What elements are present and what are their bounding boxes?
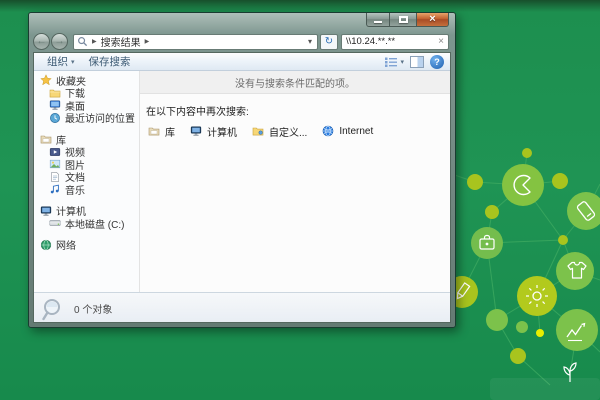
custom-icon (252, 125, 265, 138)
desktop: × ← → ▶ 搜索结果 ▶ ▾ ↻ \\10.24.**.** × 组织 ▾ … (0, 0, 600, 400)
search-again-section: 在以下内容中再次搜索: 库 计算机 自定义... Internet (140, 94, 450, 139)
search-query: \\10.24.**.** (346, 36, 396, 47)
status-bar: 0 个对象 (34, 292, 450, 322)
clear-search-icon[interactable]: × (438, 36, 444, 47)
organize-button[interactable]: 组织 ▾ (40, 53, 82, 70)
pie-chart-icon (502, 164, 544, 206)
forward-button[interactable]: → (51, 33, 68, 50)
organize-label: 组织 (47, 56, 68, 68)
caption-buttons: × (366, 13, 449, 27)
explorer-window: × ← → ▶ 搜索结果 ▶ ▾ ↻ \\10.24.**.** × 组织 ▾ … (28, 12, 456, 328)
sidebar-item-network[interactable]: 网络 (34, 239, 139, 252)
close-button[interactable]: × (416, 13, 449, 27)
items-count: 0 个对象 (74, 305, 113, 316)
sidebar-item-videos[interactable]: 视频 (34, 146, 139, 159)
search-again-custom[interactable]: 自定义... (252, 124, 307, 139)
search-box[interactable]: \\10.24.**.** × (341, 33, 449, 50)
close-icon: × (429, 13, 436, 25)
sidebar-item-local-disk-c[interactable]: 本地磁盘 (C:) (34, 217, 139, 231)
music-icon (49, 183, 61, 195)
change-view-button[interactable]: ▾ (384, 56, 404, 68)
sidebar-item-documents[interactable]: 文档 (34, 171, 139, 184)
chevron-down-icon: ▾ (71, 58, 75, 66)
back-button[interactable]: ← (33, 33, 50, 50)
save-search-button[interactable]: 保存搜索 (82, 53, 138, 70)
minimize-icon (374, 21, 382, 23)
breadcrumb-arrow-icon[interactable]: ▶ (145, 38, 150, 45)
picture-icon (49, 158, 61, 170)
chevron-down-icon: ▾ (400, 58, 404, 66)
search-again-computer[interactable]: 计算机 (190, 124, 237, 139)
network-icon (40, 239, 52, 251)
minimize-button[interactable] (366, 13, 390, 27)
maximize-button[interactable] (390, 13, 416, 27)
help-button[interactable]: ? (430, 54, 444, 69)
internet-icon (322, 125, 335, 138)
navigation-bar: ← → ▶ 搜索结果 ▶ ▾ ↻ \\10.24.**.** × (29, 31, 455, 52)
search-again-libraries[interactable]: 库 (148, 124, 175, 139)
star-icon (40, 74, 52, 86)
command-toolbar: 组织 ▾ 保存搜索 ▾ ? (34, 53, 450, 71)
desktop-icon (49, 99, 61, 111)
search-status-icon (42, 299, 60, 321)
folder-icon (49, 87, 61, 99)
window-client-area: 组织 ▾ 保存搜索 ▾ ? 收藏夹 下载 桌面 最近访问的位置 库 视频 图片 … (33, 52, 451, 323)
address-dropdown-icon[interactable]: ▾ (306, 37, 314, 46)
chart-pulse-icon (556, 309, 598, 351)
library-icon (148, 125, 161, 138)
breadcrumb[interactable]: 搜索结果 (101, 34, 141, 49)
sun-icon (517, 276, 557, 316)
phone-icon (567, 192, 600, 230)
tshirt-icon (556, 252, 594, 290)
refresh-icon: ↻ (324, 36, 334, 47)
preview-pane-button[interactable] (410, 55, 424, 68)
breadcrumb-arrow-icon: ▶ (92, 39, 97, 45)
address-bar[interactable]: ▶ 搜索结果 ▶ ▾ (73, 33, 318, 50)
sidebar-item-pictures[interactable]: 图片 (34, 158, 139, 172)
empty-message: 没有与搜索条件匹配的项。 (235, 78, 355, 90)
search-icon (78, 37, 88, 47)
recent-icon (49, 112, 61, 124)
search-again-internet[interactable]: Internet (322, 125, 373, 138)
sidebar-item-downloads[interactable]: 下载 (34, 87, 139, 100)
save-search-label: 保存搜索 (88, 56, 131, 68)
maximize-icon (398, 16, 408, 23)
forward-icon: → (54, 35, 65, 47)
search-again-label: 在以下内容中再次搜索: (146, 107, 249, 118)
briefcase-icon (471, 227, 503, 259)
main-area: 收藏夹 下载 桌面 最近访问的位置 库 视频 图片 文档 音乐 计算机 本地磁盘… (34, 71, 450, 292)
back-icon: ← (36, 35, 47, 47)
video-icon (49, 146, 61, 158)
list-view-icon (385, 57, 398, 67)
disk-icon (49, 217, 61, 229)
sidebar-item-recent-places[interactable]: 最近访问的位置 (34, 112, 139, 125)
help-icon: ? (434, 56, 440, 67)
search-again-targets: 库 计算机 自定义... Internet (146, 124, 450, 139)
navigation-pane: 收藏夹 下载 桌面 最近访问的位置 库 视频 图片 文档 音乐 计算机 本地磁盘… (34, 71, 140, 292)
empty-result-band: 没有与搜索条件匹配的项。 (140, 71, 450, 94)
sidebar-item-libraries[interactable]: 库 (34, 133, 139, 147)
computer-icon (190, 125, 203, 138)
title-bar[interactable]: × (29, 13, 455, 31)
library-icon (40, 133, 52, 145)
computer-icon (40, 205, 52, 217)
sidebar-item-music[interactable]: 音乐 (34, 183, 139, 197)
sidebar-item-favorites[interactable]: 收藏夹 (34, 74, 139, 88)
document-icon (49, 171, 61, 183)
content-pane: 没有与搜索条件匹配的项。 在以下内容中再次搜索: 库 计算机 自定义... In… (140, 71, 450, 292)
toolbar-right-group: ▾ ? (384, 54, 444, 69)
refresh-button[interactable]: ↻ (320, 33, 338, 50)
